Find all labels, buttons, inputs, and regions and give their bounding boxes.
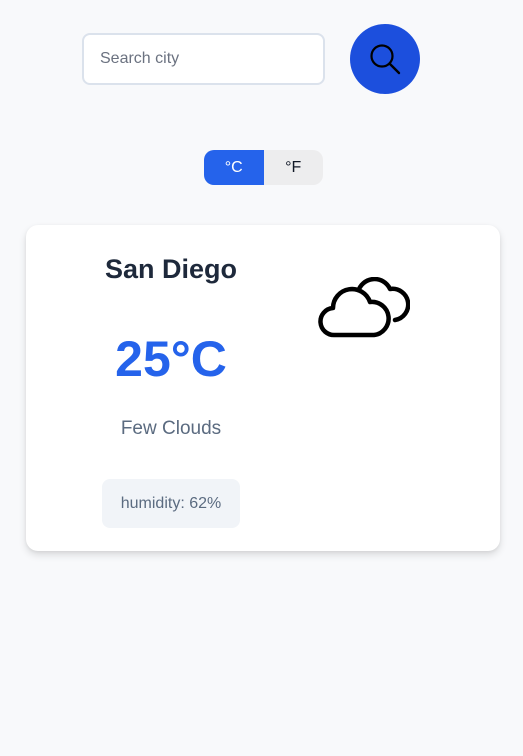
search-input[interactable] — [82, 33, 325, 85]
unit-toggle: °C °F — [204, 150, 323, 185]
cloud-icon — [318, 277, 410, 338]
search-button[interactable] — [350, 24, 420, 94]
weather-condition: Few Clouds — [120, 418, 222, 439]
city-name: San Diego — [104, 254, 238, 284]
celsius-button[interactable]: °C — [204, 150, 264, 185]
temperature: 25°C — [115, 331, 227, 387]
search-icon — [370, 44, 401, 75]
humidity-badge: humidity: 62% — [102, 479, 240, 528]
fahrenheit-button[interactable]: °F — [264, 150, 324, 185]
weather-card: San Diego 25°C Few Clouds humidity: 62% — [26, 225, 500, 551]
